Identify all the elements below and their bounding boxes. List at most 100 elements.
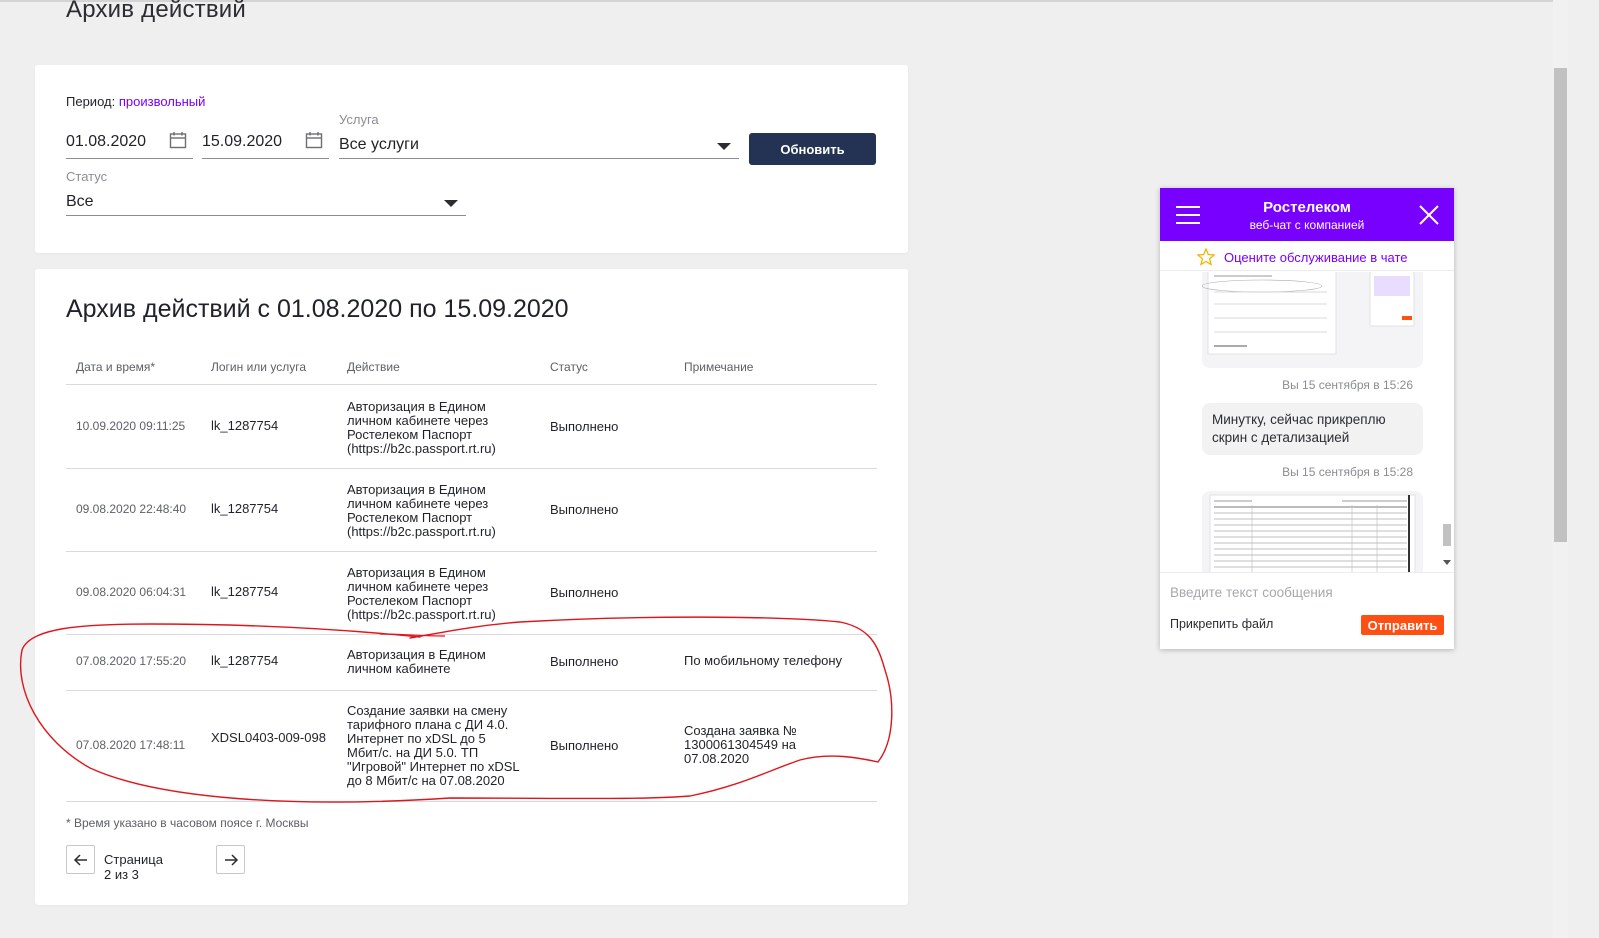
divider [1160,572,1454,573]
row-action: Авторизация в Едином личном кабинете чер… [347,400,537,456]
action-line: Авторизация в Едином [347,482,486,497]
row-action: Авторизация в Едином личном кабинете чер… [347,566,537,622]
status-select[interactable]: Статус Все [66,169,466,216]
row-action: Авторизация в Едином личном кабинете чер… [347,483,537,539]
action-line: до 8 Мбит/с на 07.08.2020 [347,773,505,788]
action-line: (https://b2c.passport.rt.ru) [347,524,496,539]
row-login: lk_1287754 [211,653,279,668]
date-to-field[interactable]: 15.09.2020 [202,127,329,159]
action-line: личном кабинете через [347,496,489,511]
date-from-value: 01.08.2020 [66,133,147,150]
close-icon[interactable] [1418,204,1440,226]
chat-subtitle: веб-чат с компанией [1249,218,1365,232]
image-message[interactable] [1201,272,1423,368]
column-header: Примечание [684,360,754,374]
row-datetime: 09.08.2020 22:48:40 [76,502,187,516]
row-status: Выполнено [550,738,619,753]
page-scrollbar-thumb[interactable] [1554,68,1567,542]
table-row: 10.09.2020 09:11:25 lk_1287754 Авторизац… [66,385,877,469]
row-login: XDSL0403-009-098 [211,730,326,745]
message-input[interactable]: Введите текст сообщения [1170,585,1333,600]
row-datetime: 09.08.2020 06:04:31 [76,585,187,599]
chat-scrollbar[interactable] [1440,272,1454,572]
date-from-field[interactable]: 01.08.2020 [66,127,193,159]
rate-service-bar[interactable]: Оцените обслуживание в чате [1160,241,1454,271]
action-line: Создание заявки на смену [347,703,508,718]
timezone-footnote: * Время указано в часовом поясе г. Москв… [66,816,309,830]
arrow-left-icon [73,854,87,866]
row-action: Авторизация в Едином личном кабинете [347,648,537,676]
column-header: Действие [347,360,400,374]
action-line: Интернет по xDSL до 5 [347,731,486,746]
page-scrollbar[interactable] [1553,0,1568,938]
date-to-value: 15.09.2020 [202,133,283,150]
row-datetime: 07.08.2020 17:55:20 [76,654,187,668]
scroll-down-icon[interactable] [1443,560,1451,565]
action-line: Авторизация в Едином [347,565,486,580]
table-row: 07.08.2020 17:55:20 lk_1287754 Авторизац… [66,635,877,691]
action-line: личном кабинете [347,661,451,676]
note-line: Создана заявка № [684,723,797,738]
action-line: Ростелеком Паспорт [347,427,473,442]
chat-header: Ростелеком веб-чат с компанией [1160,188,1454,241]
note-line: 1300061304549 на [684,737,797,752]
row-status: Выполнено [550,585,619,600]
dropdown-arrow-icon [444,200,458,207]
action-line: личном кабинете через [347,413,489,428]
action-line: личном кабинете через [347,579,489,594]
chat-title: Ростелеком [1263,199,1351,216]
calendar-icon[interactable] [305,131,323,149]
action-line: (https://b2c.passport.rt.ru) [347,607,496,622]
service-value: Все услуги [339,136,419,153]
action-line: "Игровой" Интернет по xDSL [347,759,520,774]
action-line: Ростелеком Паспорт [347,593,473,608]
status-label: Статус [66,169,108,184]
action-line: тарифного плана с ДИ 4.0. [347,717,509,732]
page-indicator: Страница 2 из 3 [104,852,163,882]
row-action: Создание заявки на смену тарифного плана… [347,704,537,788]
row-status: Выполнено [550,502,619,517]
row-note: По мобильному телефону [684,654,874,668]
archive-title: Архив действий с 01.08.2020 по 15.09.202… [66,295,569,323]
chat-messages: Вы 15 сентября в 15:26 Минутку, сейчас п… [1160,272,1454,572]
calendar-icon[interactable] [169,131,187,149]
attach-file-link[interactable]: Прикрепить файл [1170,617,1273,631]
note-line: По мобильному телефону [684,653,843,668]
row-status: Выполнено [550,654,619,669]
update-button[interactable]: Обновить [749,133,876,165]
service-select[interactable]: Услуга Все услуги [339,112,739,159]
prev-page-button[interactable] [66,845,95,874]
action-line: Мбит/с. на ДИ 5.0. ТП [347,745,479,760]
row-note: Создана заявка № 1300061304549 на 07.08.… [684,724,874,766]
period-label: Период: [66,94,116,109]
row-datetime: 10.09.2020 09:11:25 [76,419,186,433]
rate-service-link[interactable]: Оцените обслуживание в чате [1224,250,1408,265]
row-datetime: 07.08.2020 17:48:11 [76,738,186,752]
chat-widget: Ростелеком веб-чат с компанией Оцените о… [1160,188,1454,649]
arrow-right-icon [225,854,239,866]
screenshot-thumbnail [1201,272,1415,355]
filter-card: Период: произвольный 01.08.2020 15.09.20… [35,65,908,253]
next-page-button[interactable] [216,845,245,874]
send-button[interactable]: Отправить [1361,615,1444,635]
status-value: Все [66,193,94,210]
action-line: Ростелеком Паспорт [347,510,473,525]
table-row: 09.08.2020 22:48:40 lk_1287754 Авторизац… [66,469,877,552]
column-header: Статус [550,360,588,374]
table-header: Дата и время* Логин или услуга Действие … [66,357,877,385]
image-message[interactable] [1202,491,1423,572]
row-login: lk_1287754 [211,584,279,599]
archive-card: Архив действий с 01.08.2020 по 15.09.202… [35,269,908,905]
column-header: Логин или услуга [211,360,306,374]
message-time: Вы 15 сентября в 15:28 [1282,465,1413,479]
screenshot-thumbnail [1209,494,1416,572]
action-line: (https://b2c.passport.rt.ru) [347,441,496,456]
column-header: Дата и время* [76,360,156,374]
page-title: Архив действий [66,0,247,23]
chat-scrollbar-thumb[interactable] [1443,524,1451,546]
service-label: Услуга [339,112,379,127]
table-row: 07.08.2020 17:48:11 XDSL0403-009-098 Соз… [66,691,877,802]
row-status: Выполнено [550,419,619,434]
period-link[interactable]: произвольный [119,94,206,109]
text-message: Минутку, сейчас прикреплю скрин с детали… [1202,403,1423,455]
